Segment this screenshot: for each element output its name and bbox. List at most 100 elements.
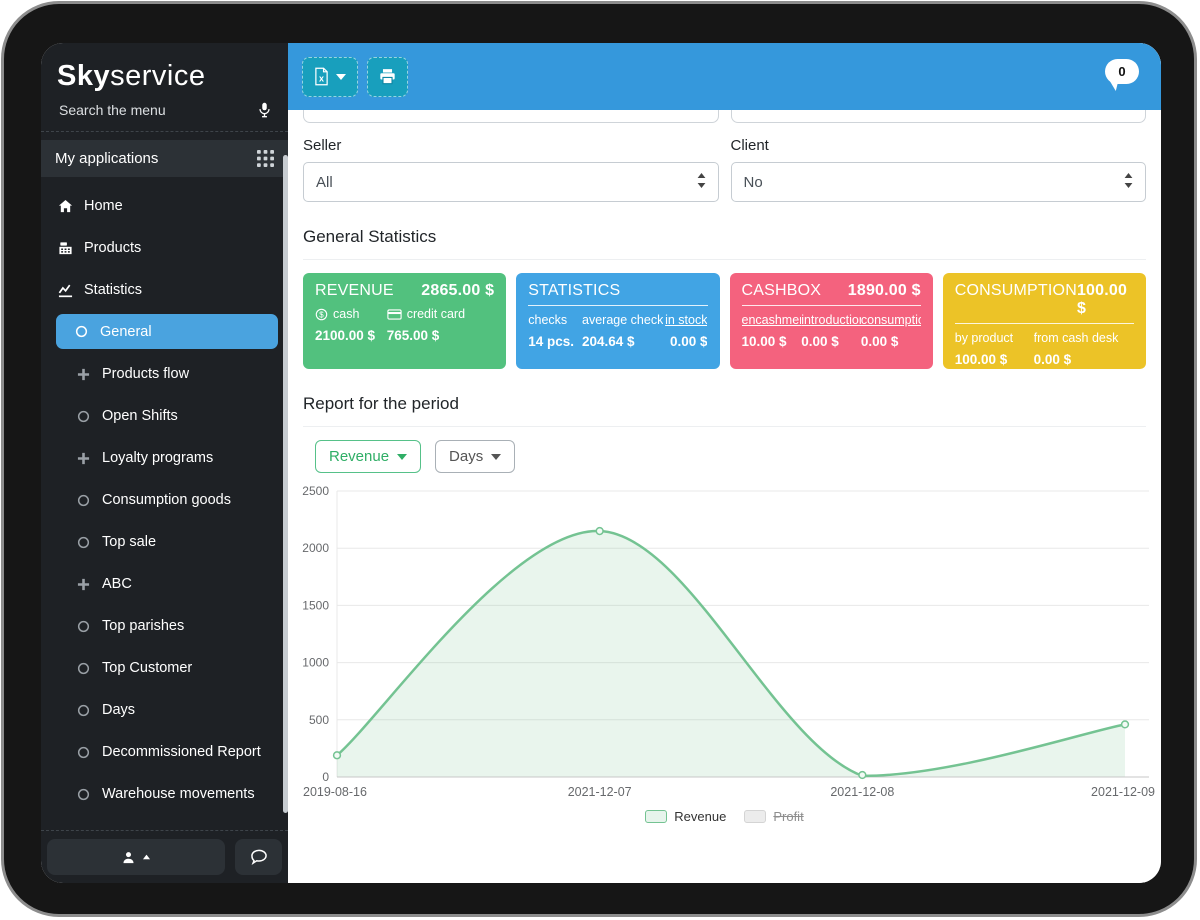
notification-bubble[interactable]: 0 <box>1105 59 1139 84</box>
stat-card-revenue: REVENUE2865.00 $$cashcredit card2100.00 … <box>303 273 506 369</box>
data-point-marker[interactable] <box>1122 721 1129 728</box>
chat-icon <box>250 849 268 865</box>
card-col-label-link[interactable]: consumption <box>861 313 921 327</box>
svg-text:2021-12-08: 2021-12-08 <box>830 785 894 799</box>
interval-dropdown-button[interactable]: Days <box>435 440 515 473</box>
svg-text:2019-08-16: 2019-08-16 <box>303 785 367 799</box>
stat-card-statistics: STATISTICSchecksaverage checkin stock14 … <box>516 273 719 369</box>
main-area: x 0 Seller All <box>288 43 1161 883</box>
sidebar-item-general[interactable]: General <box>56 314 278 349</box>
sidebar-item-open-shifts[interactable]: Open Shifts <box>41 395 288 437</box>
sidebar-item-label: Consumption goods <box>102 492 231 508</box>
metric-value: Revenue <box>329 448 389 465</box>
card-col-label: credit card <box>387 307 495 321</box>
register-icon <box>57 241 73 256</box>
metric-dropdown-button[interactable]: Revenue <box>315 440 421 473</box>
logo-light: service <box>110 60 205 92</box>
seller-value: All <box>316 174 333 191</box>
stat-card-consumption: CONSUMPTION100.00 $by productfrom cash d… <box>943 273 1146 369</box>
seller-label: Seller <box>303 137 719 154</box>
date-to-input[interactable] <box>731 110 1147 123</box>
divider <box>303 426 1146 427</box>
card-col-value: 0.00 $ <box>861 334 921 349</box>
plus-icon <box>75 368 91 381</box>
app-logo: Skyservice <box>41 43 288 97</box>
card-col-label: checks <box>528 313 582 327</box>
sidebar-item-decommissioned-report[interactable]: Decommissioned Report <box>41 731 288 773</box>
filters-row: Seller All Client No <box>303 123 1146 202</box>
sidebar-item-statistics[interactable]: Statistics <box>41 269 288 311</box>
seller-select[interactable]: All <box>303 162 719 202</box>
revenue-area-chart[interactable]: 050010001500200025002019-08-162021-12-07… <box>303 481 1146 803</box>
client-label: Client <box>731 137 1147 154</box>
interval-value: Days <box>449 448 483 465</box>
my-applications-label: My applications <box>55 150 158 167</box>
circle-icon <box>75 704 91 717</box>
legend-label: Profit <box>773 809 803 824</box>
sidebar-item-label: Products flow <box>102 366 189 382</box>
data-point-marker[interactable] <box>596 528 603 535</box>
plus-icon <box>75 578 91 591</box>
client-filter: Client No <box>731 123 1147 202</box>
client-select[interactable]: No <box>731 162 1147 202</box>
circle-icon <box>75 788 91 801</box>
circle-icon <box>75 746 91 759</box>
data-point-marker[interactable] <box>859 772 866 779</box>
sidebar-item-loyalty-programs[interactable]: Loyalty programs <box>41 437 288 479</box>
sidebar-item-label: Products <box>84 240 141 256</box>
sidebar-item-top-customer[interactable]: Top Customer <box>41 647 288 689</box>
card-total: 2865.00 $ <box>421 282 494 300</box>
card-col-value: 100.00 $ <box>955 352 1034 367</box>
printer-icon <box>379 68 396 85</box>
stat-card-cashbox: CASHBOX1890.00 $encashmentintroductionco… <box>730 273 933 369</box>
legend-item-profit[interactable]: Profit <box>744 809 803 824</box>
sidebar-item-label: Home <box>84 198 123 214</box>
print-button[interactable] <box>367 57 408 97</box>
card-col-label: by product <box>955 331 1034 345</box>
sidebar-item-warehouse-movements[interactable]: Warehouse movements <box>41 773 288 815</box>
card-col-value: 0.00 $ <box>663 334 708 349</box>
card-col-label: $cash <box>315 307 387 321</box>
card-col-label-link[interactable]: introduction <box>801 313 861 327</box>
svg-text:2000: 2000 <box>302 541 329 555</box>
report-period-heading: Report for the period <box>303 394 1146 414</box>
legend-item-revenue[interactable]: Revenue <box>645 809 726 824</box>
card-col-label-link[interactable]: encashment <box>742 313 802 327</box>
sidebar-item-abc[interactable]: ABC <box>41 563 288 605</box>
microphone-icon[interactable] <box>257 102 272 118</box>
circle-icon <box>75 494 91 507</box>
sidebar-item-label: Top Customer <box>102 660 192 676</box>
card-col-value: 204.64 $ <box>582 334 663 349</box>
sidebar-item-label: Top parishes <box>102 618 184 634</box>
chart-controls: Revenue Days <box>315 440 1146 473</box>
sidebar-item-days[interactable]: Days <box>41 689 288 731</box>
data-point-marker[interactable] <box>334 752 341 759</box>
sidebar-item-top-parishes[interactable]: Top parishes <box>41 605 288 647</box>
chart-legend: Revenue Profit <box>303 809 1146 824</box>
svg-text:1000: 1000 <box>302 656 329 670</box>
menu-search-row <box>41 97 288 132</box>
sidebar-item-top-sale[interactable]: Top sale <box>41 521 288 563</box>
stat-cards-row: REVENUE2865.00 $$cashcredit card2100.00 … <box>303 273 1146 369</box>
sidebar-item-products[interactable]: Products <box>41 227 288 269</box>
search-input[interactable] <box>57 101 249 119</box>
circle-icon <box>75 410 91 423</box>
circle-icon <box>75 536 91 549</box>
sidebar-item-label: Days <box>102 702 135 718</box>
sidebar-item-home[interactable]: Home <box>41 185 288 227</box>
date-from-input[interactable] <box>303 110 719 123</box>
export-excel-button[interactable]: x <box>302 57 358 97</box>
card-col-value: 0.00 $ <box>801 334 861 349</box>
home-icon <box>57 199 73 214</box>
card-col-label-link[interactable]: in stock <box>663 313 708 327</box>
user-icon <box>122 851 135 864</box>
general-statistics-heading: General Statistics <box>303 227 1146 247</box>
sidebar-item-products-flow[interactable]: Products flow <box>41 353 288 395</box>
user-menu-button[interactable] <box>47 839 225 875</box>
legend-label: Revenue <box>674 809 726 824</box>
caret-down-icon <box>491 454 501 460</box>
my-applications-button[interactable]: My applications <box>41 140 288 177</box>
sidebar-item-label: Decommissioned Report <box>102 744 261 760</box>
chat-button[interactable] <box>235 839 282 875</box>
sidebar-item-consumption-goods[interactable]: Consumption goods <box>41 479 288 521</box>
